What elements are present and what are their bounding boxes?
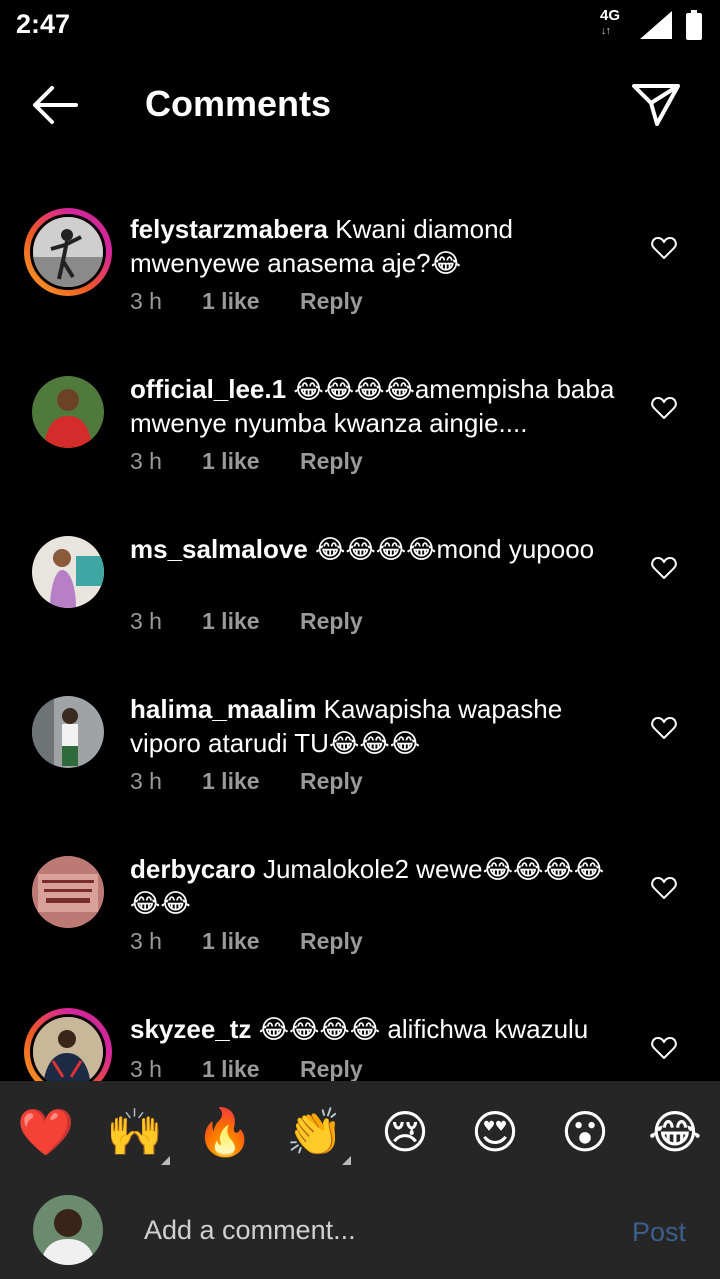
heart-outline-icon[interactable] bbox=[651, 396, 677, 420]
avatar-wrapper bbox=[24, 688, 112, 776]
reaction-crying-icon[interactable]: 😢 bbox=[376, 1103, 434, 1161]
battery-icon bbox=[686, 10, 702, 40]
arrow-left-icon[interactable] bbox=[30, 84, 80, 126]
heart-outline-icon[interactable] bbox=[651, 876, 677, 900]
heart-outline-icon[interactable] bbox=[651, 716, 677, 740]
avatar[interactable] bbox=[30, 1014, 106, 1082]
current-user-avatar bbox=[33, 1195, 103, 1265]
comment-time: 3 h bbox=[130, 1056, 162, 1082]
comment-username[interactable]: ms_salmalove bbox=[130, 534, 308, 564]
avatar-photo bbox=[32, 856, 104, 928]
comment-item: ms_salmalove 😂😂😂😂mond yupooo 3 h 1 like Re… bbox=[0, 510, 720, 670]
comment-body: ms_salmalove 😂😂😂😂mond yupooo bbox=[130, 532, 630, 566]
comment-composer-bar: ❤️ 🙌 🔥 👏 😢 😍 😮 😂 Post bbox=[0, 1081, 720, 1279]
reaction-raised-hands-icon[interactable]: 🙌 bbox=[106, 1103, 164, 1161]
signal-icon bbox=[640, 11, 672, 39]
comment-likes[interactable]: 1 like bbox=[202, 768, 300, 795]
comment-body: skyzee_tz 😂😂😂😂 alifichwa kwazulu bbox=[130, 1012, 630, 1046]
avatar-photo bbox=[32, 696, 104, 768]
avatar-photo bbox=[33, 1017, 103, 1082]
comments-screen: 2:47 4G ↓↑ Comments felystarzmabera Kwan… bbox=[0, 0, 720, 1279]
heart-outline-icon[interactable] bbox=[651, 236, 677, 260]
page-title: Comments bbox=[145, 83, 332, 124]
reply-button[interactable]: Reply bbox=[300, 768, 363, 795]
network-type-label: 4G bbox=[600, 7, 621, 24]
reply-button[interactable]: Reply bbox=[300, 448, 363, 475]
comment-meta: 3 h 1 like Reply bbox=[130, 768, 363, 795]
avatar[interactable] bbox=[32, 696, 104, 768]
skin-tone-indicator-icon bbox=[342, 1156, 351, 1165]
comment-body: felystarzmabera Kwani diamond mwenyewe a… bbox=[130, 212, 630, 280]
comment-meta: 3 h 1 like Reply bbox=[130, 608, 363, 635]
comment-text: 😂😂😂😂mond yupooo bbox=[315, 534, 595, 564]
avatar[interactable] bbox=[32, 376, 104, 448]
comment-username[interactable]: skyzee_tz bbox=[130, 1014, 251, 1044]
comment-list[interactable]: felystarzmabera Kwani diamond mwenyewe a… bbox=[0, 190, 720, 1082]
avatar-wrapper bbox=[24, 528, 112, 616]
reaction-clapping-icon[interactable]: 👏 bbox=[286, 1103, 344, 1161]
comment-username[interactable]: official_lee.1 bbox=[130, 374, 286, 404]
network-activity-icon: ↓↑ bbox=[601, 25, 611, 37]
comment-item: official_lee.1 😂😂😂😂amempisha baba mwenye… bbox=[0, 350, 720, 510]
avatar-photo bbox=[33, 1195, 103, 1265]
reaction-fire-icon[interactable]: 🔥 bbox=[196, 1103, 254, 1161]
reply-button[interactable]: Reply bbox=[300, 1056, 363, 1082]
avatar-wrapper bbox=[24, 368, 112, 456]
post-button[interactable]: Post bbox=[632, 1217, 686, 1248]
skin-tone-indicator-icon bbox=[161, 1156, 170, 1165]
avatar-photo bbox=[33, 217, 103, 287]
comment-text: 😂😂😂😂 alifichwa kwazulu bbox=[258, 1014, 589, 1044]
reply-button[interactable]: Reply bbox=[300, 928, 363, 955]
comment-time: 3 h bbox=[130, 448, 162, 474]
avatar[interactable] bbox=[32, 536, 104, 608]
avatar[interactable] bbox=[30, 214, 106, 290]
reaction-heart-icon[interactable]: ❤️ bbox=[17, 1103, 75, 1161]
comment-likes[interactable]: 1 like bbox=[202, 288, 300, 315]
comment-time: 3 h bbox=[130, 608, 162, 634]
comment-time: 3 h bbox=[130, 288, 162, 314]
status-time: 2:47 bbox=[16, 9, 71, 39]
comment-meta: 3 h 1 like Reply bbox=[130, 288, 363, 315]
comment-body: derbycaro Jumalokole2 wewe😂😂😂😂😂😂 bbox=[130, 852, 630, 920]
comment-item: halima_maalim Kawapisha wapashe viporo a… bbox=[0, 670, 720, 830]
reply-button[interactable]: Reply bbox=[300, 608, 363, 635]
comment-likes[interactable]: 1 like bbox=[202, 608, 300, 635]
comment-item: skyzee_tz 😂😂😂😂 alifichwa kwazulu 3 h 1 li… bbox=[0, 990, 720, 1082]
comment-likes[interactable]: 1 like bbox=[202, 928, 300, 955]
comment-likes[interactable]: 1 like bbox=[202, 1056, 300, 1082]
reaction-heart-eyes-icon[interactable]: 😍 bbox=[466, 1103, 524, 1161]
avatar-photo bbox=[32, 536, 104, 608]
comment-meta: 3 h 1 like Reply bbox=[130, 448, 363, 475]
reaction-laughing-icon[interactable]: 😂 bbox=[646, 1103, 704, 1161]
comment-item: derbycaro Jumalokole2 wewe😂😂😂😂😂😂 3 h 1 li… bbox=[0, 830, 720, 990]
comment-time: 3 h bbox=[130, 928, 162, 954]
comment-item: felystarzmabera Kwani diamond mwenyewe a… bbox=[0, 190, 720, 350]
story-ring[interactable] bbox=[24, 208, 112, 296]
quick-reactions: ❤️ 🙌 🔥 👏 😢 😍 😮 😂 bbox=[0, 1081, 720, 1181]
comment-input[interactable] bbox=[144, 1209, 604, 1251]
reaction-surprised-icon[interactable]: 😮 bbox=[556, 1103, 614, 1161]
reply-button[interactable]: Reply bbox=[300, 288, 363, 315]
header: Comments bbox=[0, 60, 720, 150]
comment-time: 3 h bbox=[130, 768, 162, 794]
avatar-wrapper bbox=[24, 848, 112, 936]
status-bar: 2:47 4G ↓↑ bbox=[0, 0, 720, 50]
comment-username[interactable]: derbycaro bbox=[130, 854, 256, 884]
comment-body: halima_maalim Kawapisha wapashe viporo a… bbox=[130, 692, 630, 760]
heart-outline-icon[interactable] bbox=[651, 556, 677, 580]
paper-plane-icon[interactable] bbox=[630, 82, 682, 128]
story-ring[interactable] bbox=[24, 1008, 112, 1082]
comment-meta: 3 h 1 like Reply bbox=[130, 928, 363, 955]
comment-likes[interactable]: 1 like bbox=[202, 448, 300, 475]
comment-username[interactable]: halima_maalim bbox=[130, 694, 316, 724]
comment-meta: 3 h 1 like Reply bbox=[130, 1056, 363, 1082]
avatar-photo bbox=[32, 376, 104, 448]
comment-username[interactable]: felystarzmabera bbox=[130, 214, 328, 244]
composer: Post bbox=[0, 1181, 720, 1279]
comment-body: official_lee.1 😂😂😂😂amempisha baba mwenye… bbox=[130, 372, 630, 440]
avatar[interactable] bbox=[32, 856, 104, 928]
heart-outline-icon[interactable] bbox=[651, 1036, 677, 1060]
